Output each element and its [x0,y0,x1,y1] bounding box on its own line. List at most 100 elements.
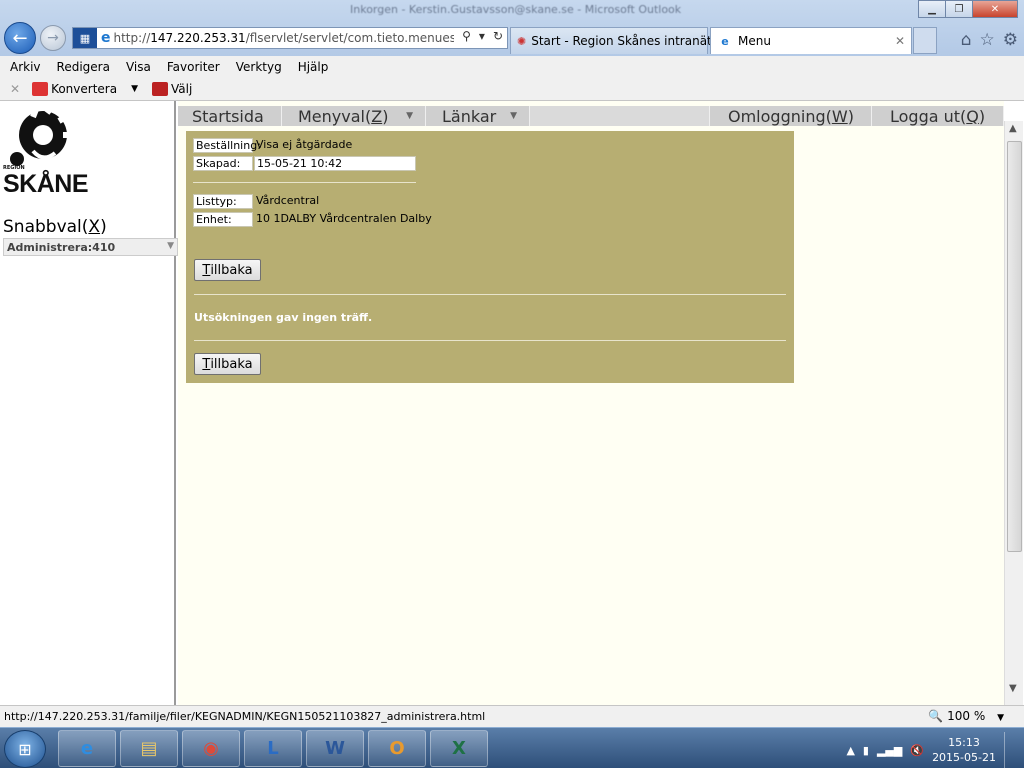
left-sidebar: REGION SKÅNE Snabbval(X) Administrera:41… [0,101,178,706]
zoom-control[interactable]: 🔍 100 % ▼ [928,709,1004,723]
clock[interactable]: 15:13 2015-05-21 [932,735,996,765]
taskbar-ie[interactable]: e [58,730,116,767]
snabbval-select[interactable]: Administrera:410 ▼ [3,238,178,256]
start-button[interactable]: ⊞ [4,730,46,768]
nav-spacer [530,106,710,126]
tab-intranet[interactable]: ✺ Start - Region Skånes intranät [510,27,712,54]
menu-hjalp[interactable]: Hjälp [298,60,329,74]
search-icon[interactable]: ⚲ [462,29,471,43]
menu-arkiv[interactable]: Arkiv [10,60,41,74]
show-hidden-icons-icon[interactable]: ▲ [846,744,854,757]
address-bar[interactable]: ▦ e http://147.220.253.31/flservlet/serv… [72,27,508,49]
ie-icon: e [80,738,94,759]
chevron-down-icon[interactable]: ▼ [167,241,174,251]
taskbar-lync[interactable]: L [244,730,302,767]
maximize-button[interactable]: ❐ [945,0,973,18]
zoom-level: 100 % [947,709,986,723]
word-icon: W [325,738,345,759]
chevron-down-icon: ▼ [406,111,413,121]
region-skane-logo: REGION SKÅNE [3,103,99,199]
snabbval-end: ) [100,217,107,237]
system-tray: ▲ ▮ ▂▄▆ 🔇 15:13 2015-05-21 [846,732,1014,768]
taskbar-word[interactable]: W [306,730,364,767]
back-button[interactable]: ← [4,22,36,54]
menu-favoriter[interactable]: Favoriter [167,60,220,74]
scrollbar-thumb[interactable] [1007,141,1022,552]
network-device-icon[interactable]: ▮ [863,744,869,757]
forward-button[interactable]: → [40,25,66,51]
select-value: Administrera:410 [7,240,116,254]
favorites-star-icon[interactable]: ☆ [980,30,995,50]
snabbval-text: Snabbval( [3,217,89,237]
nav-omloggning[interactable]: Omloggning(W) [710,106,872,126]
menu-verktyg[interactable]: Verktyg [236,60,282,74]
konvertera-button[interactable]: Konvertera ▼ [32,82,138,96]
status-bar: http://147.220.253.31/familje/filer/KEGN… [0,705,1024,727]
windows-logo-icon: ⊞ [18,739,32,759]
lync-icon: L [267,738,279,759]
tillbaka-button-bottom[interactable]: Tillbaka [194,353,261,375]
nav-end: ) [382,106,389,126]
nav-end: ) [978,106,986,126]
skapad-value: 15-05-21 10:42 [254,156,416,171]
chevron-down-icon[interactable]: ▼ [997,713,1004,723]
close-toolbar-icon[interactable]: ✕ [10,82,20,96]
button-key: T [202,356,211,372]
logo-emblem-icon [10,103,75,166]
tab-menu[interactable]: e Menu ✕ [710,27,912,54]
chrome-icon: ◉ [203,738,219,759]
valj-button[interactable]: Välj [152,82,192,96]
browser-right-tools: ⌂ ☆ ⚙ [961,30,1018,50]
close-tab-icon[interactable]: ✕ [895,34,905,48]
tab-label: Menu [738,34,771,48]
address-url[interactable]: http://147.220.253.31/flservlet/servlet/… [114,31,454,45]
nav-label: Länkar [442,106,497,126]
nav-menyval[interactable]: Menyval(Z) ▼ [282,106,426,126]
scroll-down-icon[interactable]: ▼ [1009,683,1017,694]
nav-logga-ut[interactable]: Logga ut(Q) [872,106,1004,126]
new-tab-button[interactable] [913,27,937,54]
taskbar-explorer[interactable]: ▤ [120,730,178,767]
nav-label: Menyval(Z) [298,107,388,126]
refresh-icon[interactable]: ↻ [493,29,503,43]
settings-gear-icon[interactable]: ⚙ [1003,30,1018,50]
pdf-convert-icon [32,82,49,96]
taskbar-outlook[interactable]: O [368,730,426,767]
nav-lankar[interactable]: Länkar ▼ [426,106,530,126]
status-url: http://147.220.253.31/familje/filer/KEGN… [4,710,486,723]
menu-redigera[interactable]: Redigera [57,60,110,74]
snabbval-key: X [88,217,101,237]
url-host: 147.220.253.31 [150,31,246,45]
taskbar-excel[interactable]: X [430,730,488,767]
speaker-muted-icon[interactable]: 🔇 [910,744,924,757]
forward-arrow-icon: → [47,30,59,46]
nav-text: Menyval( [298,106,372,126]
url-prefix: http:// [113,31,151,45]
clock-date: 2015-05-21 [932,751,996,764]
menu-bar: Arkiv Redigera Visa Favoriter Verktyg Hj… [0,56,1024,78]
skapad-label: Skapad: [193,156,253,171]
windows-taskbar: ⊞ e ▤ ◉ L W O X ▲ ▮ ▂▄▆ 🔇 15:13 2015-05-… [0,727,1024,768]
close-button[interactable]: ✕ [972,0,1018,18]
menu-visa[interactable]: Visa [126,60,151,74]
scroll-up-icon[interactable]: ▲ [1009,123,1017,134]
outlook-icon: O [389,738,405,759]
home-icon[interactable]: ⌂ [961,30,972,50]
chevron-down-icon[interactable]: ▼ [131,84,138,94]
taskbar-chrome[interactable]: ◉ [182,730,240,767]
url-path: /flservlet/servlet/com.tieto.menues.ALMe [245,31,454,45]
nav-startsida[interactable]: Startsida [178,106,282,126]
signal-bars-icon[interactable]: ▂▄▆ [877,744,902,757]
no-result-message: Utsökningen gav ingen träff. [194,311,373,324]
divider [194,294,786,295]
nav-end: ) [847,106,854,126]
window-title: Inkorgen - Kerstin.Gustavsson@skane.se -… [350,3,682,16]
divider [194,340,786,341]
vertical-scrollbar[interactable]: ▲ ▼ [1004,121,1023,706]
minimize-button[interactable]: ▁ [918,0,946,18]
page-content: REGION SKÅNE Snabbval(X) Administrera:41… [0,100,1024,706]
dropdown-icon[interactable]: ▾ [479,29,485,43]
tillbaka-button-top[interactable]: Tillbaka [194,259,261,281]
nav-text: Omloggning( [728,106,832,126]
show-desktop-button[interactable] [1004,732,1014,768]
